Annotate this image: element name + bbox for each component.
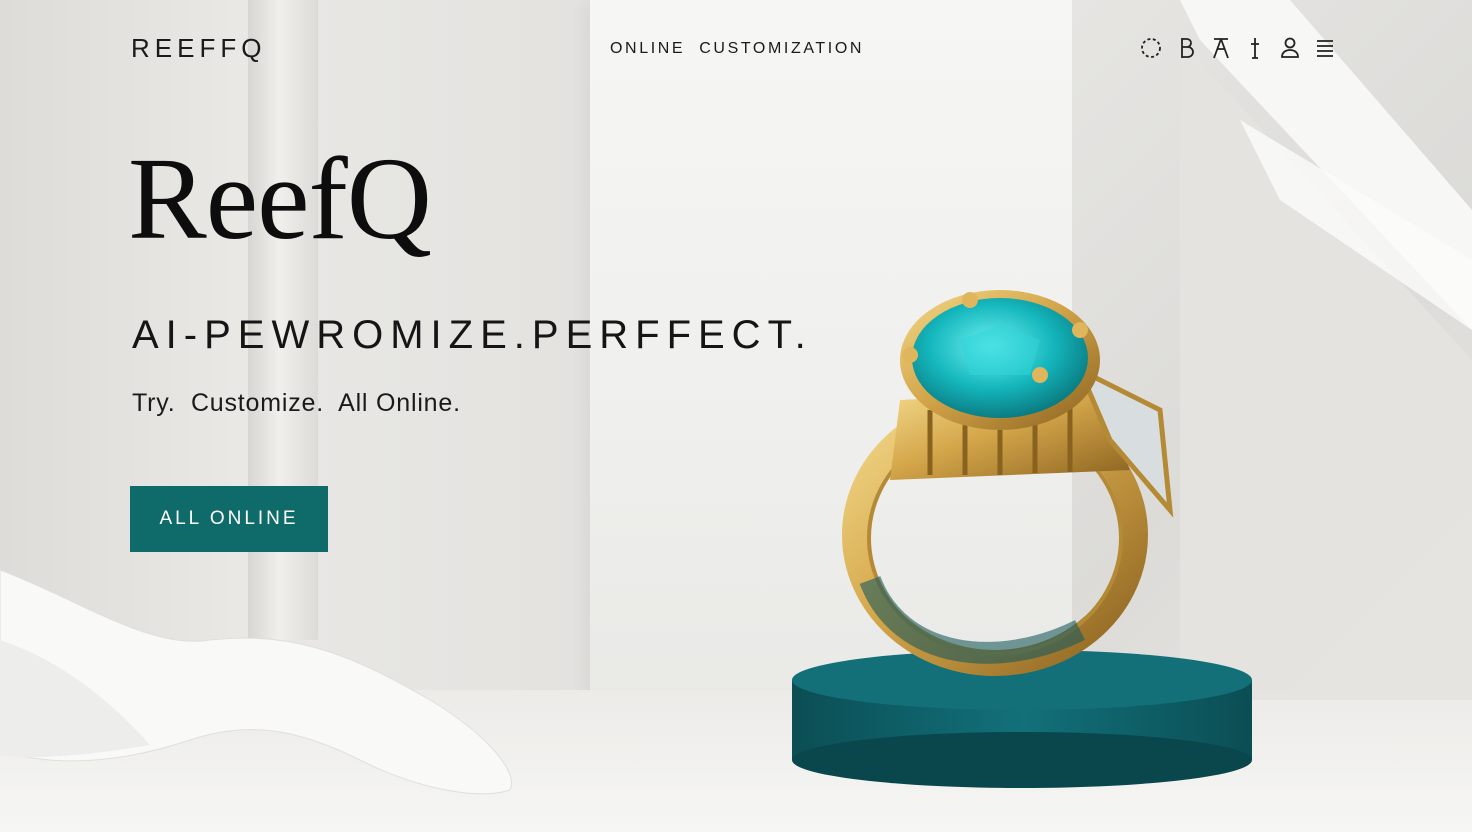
ring bbox=[842, 290, 1174, 676]
hero-title: ReefQ bbox=[128, 133, 432, 264]
all-online-button[interactable]: ALL ONLINE bbox=[130, 486, 328, 552]
hero-tagline: AI-PEWROMIZE.PERFFECT. bbox=[132, 313, 813, 357]
lamp-icon[interactable] bbox=[1208, 35, 1234, 61]
menu-icon[interactable] bbox=[1312, 35, 1338, 61]
tool-icon[interactable] bbox=[1242, 35, 1268, 61]
bold-b-icon[interactable] bbox=[1173, 35, 1199, 61]
header-icon-bar bbox=[1138, 34, 1338, 62]
user-icon[interactable] bbox=[1277, 35, 1303, 61]
brand-logo[interactable]: REEFFQ bbox=[131, 33, 266, 64]
hero-subtitle: Try. Customize. All Online. bbox=[132, 389, 461, 417]
loader-icon[interactable] bbox=[1138, 35, 1164, 61]
ring-product-image[interactable] bbox=[780, 280, 1280, 800]
nav-link-online-customization[interactable]: ONLINE CUSTOMIZATION bbox=[610, 40, 864, 58]
